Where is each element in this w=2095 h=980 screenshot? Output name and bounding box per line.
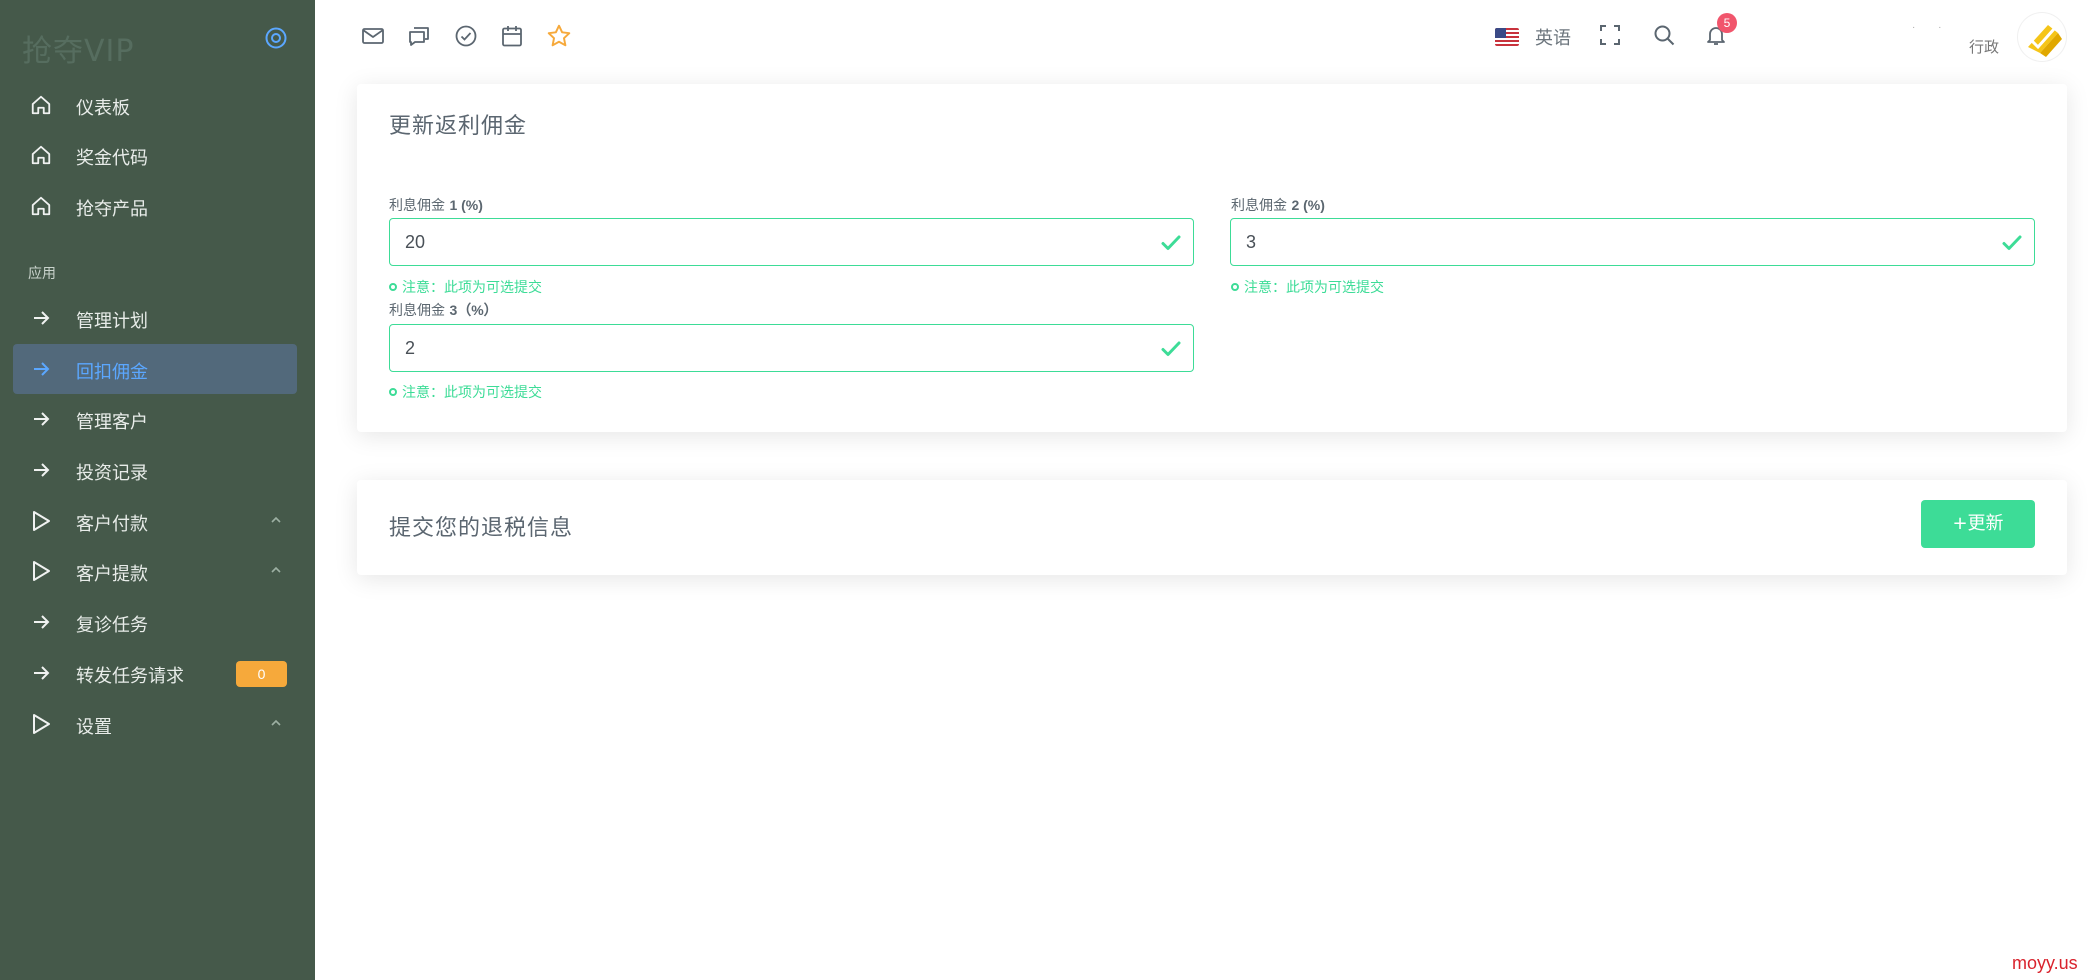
sidebar-item-label: 设置	[76, 717, 112, 738]
sidebar-item-label: 回扣佣金	[76, 362, 148, 383]
field-label-number: 1 (%)	[449, 197, 483, 213]
chevron-up-icon	[269, 563, 283, 577]
sidebar-item-customer-withdrawals[interactable]: 客户提款	[13, 546, 297, 596]
input-value: 3	[1246, 232, 1257, 252]
fullscreen-icon[interactable]	[1597, 22, 1623, 48]
field-label-commission-3: 利息佣金 3（%）	[389, 300, 498, 320]
sidebar-item-label: 奖金代码	[76, 148, 148, 169]
arrow-right-icon	[29, 306, 53, 330]
home-icon	[29, 194, 53, 218]
arrow-right-icon	[29, 610, 53, 634]
arrow-right-icon	[29, 407, 53, 431]
user-role[interactable]: 行政	[1969, 36, 1999, 57]
us-flag-icon	[1495, 28, 1519, 46]
hint-text: 注意：此项为可选提交	[402, 385, 542, 401]
input-value: 2	[405, 338, 416, 358]
sidebar-item-label: 客户提款	[76, 564, 148, 585]
home-icon	[29, 93, 53, 117]
sidebar: 抢夺VIP 仪表板 奖金代码 抢夺产品 应用 管理计划 回扣佣金 管理客户 投资…	[0, 0, 315, 980]
update-button[interactable]: +更新	[1921, 500, 2035, 548]
sidebar-item-label: 抢夺产品	[76, 199, 148, 220]
search-icon[interactable]	[1651, 22, 1677, 48]
sidebar-item-label: 管理客户	[76, 412, 148, 433]
sidebar-item-settings[interactable]: 设置	[13, 699, 297, 749]
check-circle-icon[interactable]	[453, 23, 479, 49]
field-hint: 注意：此项为可选提交	[389, 277, 542, 297]
sidebar-item-label: 转发任务请求	[76, 666, 184, 687]
sidebar-item-label: 投资记录	[76, 463, 148, 484]
valid-check-icon	[1161, 235, 1181, 250]
sidebar-item-follow-up-tasks[interactable]: 复诊任务	[13, 597, 297, 647]
commission-1-input[interactable]: 20	[389, 218, 1194, 266]
sidebar-item-forward-task-requests[interactable]: 转发任务请求 0	[13, 648, 297, 698]
sidebar-item-label: 复诊任务	[76, 615, 148, 636]
card-title: 更新返利佣金	[389, 114, 528, 139]
calendar-icon[interactable]	[499, 23, 525, 49]
arrow-right-icon	[29, 661, 53, 685]
chevron-up-icon	[269, 513, 283, 527]
arrow-right-icon	[29, 357, 53, 381]
notification-badge: 5	[1717, 13, 1737, 33]
field-label-prefix: 利息佣金	[1231, 198, 1287, 214]
hint-circle-icon	[389, 283, 397, 291]
play-icon	[29, 712, 53, 736]
chevron-up-icon	[269, 716, 283, 730]
sidebar-item-rebate-commission[interactable]: 回扣佣金	[13, 344, 297, 394]
rebate-commission-card: 更新返利佣金 利息佣金 1 (%) 20 注意：此项为可选提交 利息佣金 2 (…	[357, 84, 2067, 432]
hint-text: 注意：此项为可选提交	[1244, 280, 1384, 296]
mail-icon[interactable]	[360, 23, 386, 49]
field-hint: 注意：此项为可选提交	[389, 382, 542, 402]
input-value: 20	[405, 232, 426, 252]
chat-icon[interactable]	[406, 23, 432, 49]
sidebar-item-investment-records[interactable]: 投资记录	[13, 445, 297, 495]
field-label-prefix: 利息佣金	[389, 198, 445, 214]
tax-refund-card: 提交您的退税信息 +更新	[357, 480, 2067, 575]
sidebar-item-dashboard[interactable]: 仪表板	[13, 80, 297, 130]
field-label-commission-2: 利息佣金 2 (%)	[1231, 195, 1325, 215]
arrow-right-icon	[29, 458, 53, 482]
sidebar-item-label: 管理计划	[76, 311, 148, 332]
sidebar-item-bonus-code[interactable]: 奖金代码	[13, 130, 297, 180]
play-icon	[29, 559, 53, 583]
play-icon	[29, 509, 53, 533]
count-badge: 0	[236, 661, 287, 687]
home-icon	[29, 143, 53, 167]
sidebar-item-manage-customers[interactable]: 管理客户	[13, 394, 297, 444]
valid-check-icon	[2002, 235, 2022, 250]
section-title: 应用	[28, 266, 56, 282]
card-title: 提交您的退税信息	[389, 516, 574, 541]
brand-logo[interactable]: 抢夺VIP	[22, 26, 134, 70]
plus-icon: +	[1952, 513, 1968, 534]
avatar[interactable]	[2018, 13, 2066, 61]
valid-check-icon	[1161, 341, 1181, 356]
field-label-number: 2 (%)	[1291, 197, 1325, 213]
sidebar-item-customer-payments[interactable]: 客户付款	[13, 496, 297, 546]
user-name[interactable]: · ·	[1912, 22, 1951, 33]
field-hint: 注意：此项为可选提交	[1231, 277, 1384, 297]
commission-2-input[interactable]: 3	[1230, 218, 2035, 266]
sidebar-item-label: 仪表板	[76, 98, 130, 119]
field-label-commission-1: 利息佣金 1 (%)	[389, 195, 483, 215]
field-label-prefix: 利息佣金	[389, 303, 445, 319]
sidebar-item-grab-products[interactable]: 抢夺产品	[13, 181, 297, 231]
hint-circle-icon	[1231, 283, 1239, 291]
language-selector[interactable]: 英语	[1495, 24, 1571, 50]
hint-text: 注意：此项为可选提交	[402, 280, 542, 296]
sidebar-item-manage-plans[interactable]: 管理计划	[13, 293, 297, 343]
star-icon[interactable]	[546, 23, 572, 49]
language-label: 英语	[1535, 28, 1571, 49]
watermark: moyy.us	[2012, 953, 2078, 973]
sidebar-item-label: 客户付款	[76, 514, 148, 535]
hint-circle-icon	[389, 388, 397, 396]
menu-toggle-icon[interactable]	[263, 25, 289, 51]
field-label-number: 3（%）	[449, 302, 498, 318]
update-button-label: 更新	[1967, 513, 2004, 534]
commission-3-input[interactable]: 2	[389, 324, 1194, 372]
